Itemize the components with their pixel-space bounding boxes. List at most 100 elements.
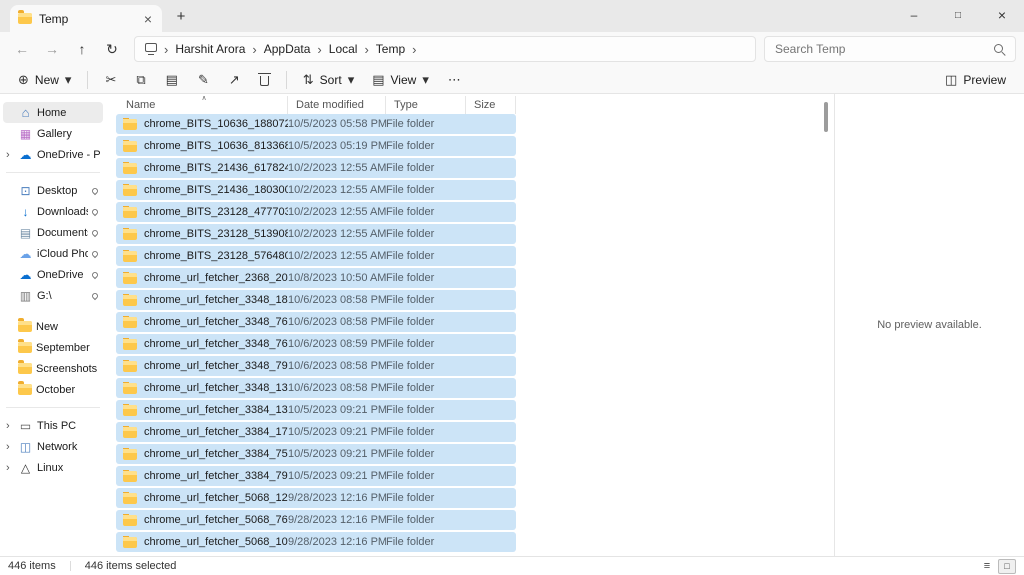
file-row[interactable]: chrome_url_fetcher_3384_133701332 10/5/2… [116, 400, 516, 420]
sidebar-item[interactable]: Screenshots [3, 358, 103, 379]
sidebar-item[interactable]: OneDrive - Persona [3, 144, 103, 165]
view-button[interactable]: View [364, 68, 437, 92]
breadcrumb-item[interactable]: Harshit Arora [175, 42, 245, 56]
file-row[interactable]: chrome_url_fetcher_5068_12030369 9/28/20… [116, 488, 516, 508]
toolbar-action-button[interactable] [251, 68, 278, 92]
preview-button[interactable]: Preview [937, 68, 1014, 92]
column-date-modified[interactable]: Date modified [288, 96, 386, 114]
file-row[interactable]: chrome_url_fetcher_3348_791636275 10/6/2… [116, 356, 516, 376]
scrollbar-thumb[interactable] [824, 102, 828, 132]
refresh-button[interactable] [98, 35, 126, 63]
column-size[interactable]: Size [466, 96, 516, 114]
folder-icon [123, 317, 137, 328]
statusbar-divider [70, 561, 71, 571]
tab-close-icon[interactable] [142, 11, 154, 27]
file-type: File folder [386, 338, 466, 350]
minimize-button[interactable] [892, 0, 936, 30]
pin-icon [91, 228, 99, 236]
file-row[interactable]: chrome_BITS_21436_1803008613 10/2/2023 1… [116, 180, 516, 200]
details-view-button[interactable] [978, 559, 996, 574]
sidebar-section-folders: New September Screenshots [3, 316, 103, 400]
column-name[interactable]: Name [116, 96, 288, 114]
toolbar-action-button[interactable] [127, 68, 154, 92]
file-row[interactable]: chrome_url_fetcher_3348_762165606 10/6/2… [116, 312, 516, 332]
sidebar-item[interactable]: New [3, 316, 103, 337]
back-button[interactable] [8, 35, 36, 63]
sidebar-item[interactable]: This PC [3, 415, 103, 436]
breadcrumb-item[interactable]: Temp [376, 42, 405, 56]
file-row[interactable]: chrome_BITS_21436_617824255 10/2/2023 12… [116, 158, 516, 178]
address-bar[interactable]: Harshit Arora AppData Local Temp [134, 36, 756, 62]
chevron-right-icon[interactable] [6, 441, 14, 453]
file-name: chrome_BITS_21436_617824255 [144, 162, 288, 174]
command-toolbar: New Sort [0, 66, 1024, 94]
vertical-scrollbar[interactable] [824, 96, 830, 556]
sidebar-item[interactable]: G:\ [3, 285, 103, 306]
sort-button[interactable]: Sort [295, 68, 362, 92]
this-pc-icon [145, 43, 157, 52]
file-row[interactable]: chrome_BITS_23128_513908135 10/2/2023 12… [116, 224, 516, 244]
breadcrumb-item[interactable]: Local [329, 42, 358, 56]
file-date-modified: 9/28/2023 12:16 PM [288, 514, 386, 526]
chevron-right-icon[interactable] [6, 420, 14, 432]
forward-button[interactable] [38, 35, 66, 63]
up-button[interactable] [68, 35, 96, 63]
maximize-button[interactable] [936, 0, 980, 30]
file-row[interactable]: chrome_url_fetcher_2368_2079736239 10/8/… [116, 268, 516, 288]
gallery-icon [18, 127, 33, 141]
sidebar-item[interactable]: Gallery [3, 123, 103, 144]
column-type[interactable]: Type [386, 96, 466, 114]
sidebar-item[interactable]: September [3, 337, 103, 358]
file-date-modified: 9/28/2023 12:16 PM [288, 492, 386, 504]
more-button[interactable] [439, 68, 470, 92]
sidebar-item[interactable]: October [3, 379, 103, 400]
breadcrumb-item[interactable]: AppData [264, 42, 311, 56]
toolbar-actions [96, 68, 277, 92]
sidebar-item[interactable]: iCloud Photos [3, 243, 103, 264]
column-size-label: Size [474, 99, 495, 111]
file-type: File folder [386, 250, 466, 262]
toolbar-action-button[interactable] [96, 68, 125, 92]
sidebar-section-system: This PC Network Linux [3, 415, 103, 478]
sidebar-item[interactable]: Home [3, 102, 103, 123]
sidebar-item[interactable]: Network [3, 436, 103, 457]
file-row[interactable]: chrome_BITS_23128_576480583 10/2/2023 12… [116, 246, 516, 266]
sidebar-item[interactable]: Desktop [3, 180, 103, 201]
file-row[interactable]: chrome_url_fetcher_5068_764171856 9/28/2… [116, 510, 516, 530]
file-row[interactable]: chrome_url_fetcher_3348_762603971 10/6/2… [116, 334, 516, 354]
new-button[interactable]: New [10, 68, 79, 92]
window-controls [892, 0, 1024, 30]
sidebar-item[interactable]: Documents [3, 222, 103, 243]
folder-icon [123, 515, 137, 526]
sidebar-item[interactable]: OneDrive [3, 264, 103, 285]
toolbar-action-button[interactable] [189, 68, 218, 92]
file-row[interactable]: chrome_url_fetcher_3348_1390261003 10/6/… [116, 378, 516, 398]
sidebar-item[interactable]: Linux [3, 457, 103, 478]
tab-temp[interactable]: Temp [10, 5, 162, 32]
toolbar-action-button[interactable] [220, 68, 249, 92]
large-icons-view-button[interactable] [998, 559, 1016, 574]
sidebar-item[interactable]: Downloads [3, 201, 103, 222]
file-row[interactable]: chrome_url_fetcher_3384_754151892 10/5/2… [116, 444, 516, 464]
file-row[interactable]: chrome_url_fetcher_3348_184030118 10/6/2… [116, 290, 516, 310]
file-type: File folder [386, 492, 466, 504]
new-tab-button[interactable] [168, 3, 194, 29]
file-name: chrome_url_fetcher_3384_172591398 [144, 426, 288, 438]
file-row[interactable]: chrome_url_fetcher_3384_172591398 10/5/2… [116, 422, 516, 442]
file-row[interactable]: chrome_url_fetcher_5068_1016669819 9/28/… [116, 532, 516, 552]
file-date-modified: 10/6/2023 08:58 PM [288, 360, 386, 372]
chevron-right-icon[interactable] [6, 149, 14, 161]
preview-icon [945, 73, 957, 86]
file-type: File folder [386, 140, 466, 152]
file-row[interactable]: chrome_BITS_23128_477703953 10/2/2023 12… [116, 202, 516, 222]
file-row[interactable]: chrome_BITS_10636_813368861 10/5/2023 05… [116, 136, 516, 156]
toolbar-action-button[interactable] [157, 68, 187, 92]
close-button[interactable] [980, 0, 1024, 30]
search-box[interactable]: Search Temp [764, 36, 1016, 62]
chevron-right-icon[interactable] [6, 462, 14, 474]
file-date-modified: 10/6/2023 08:58 PM [288, 294, 386, 306]
sidebar-divider [6, 172, 100, 173]
file-row[interactable]: chrome_BITS_10636_188072365 10/5/2023 05… [116, 114, 516, 134]
folder-icon [123, 383, 137, 394]
file-row[interactable]: chrome_url_fetcher_3384_799376111 10/5/2… [116, 466, 516, 486]
